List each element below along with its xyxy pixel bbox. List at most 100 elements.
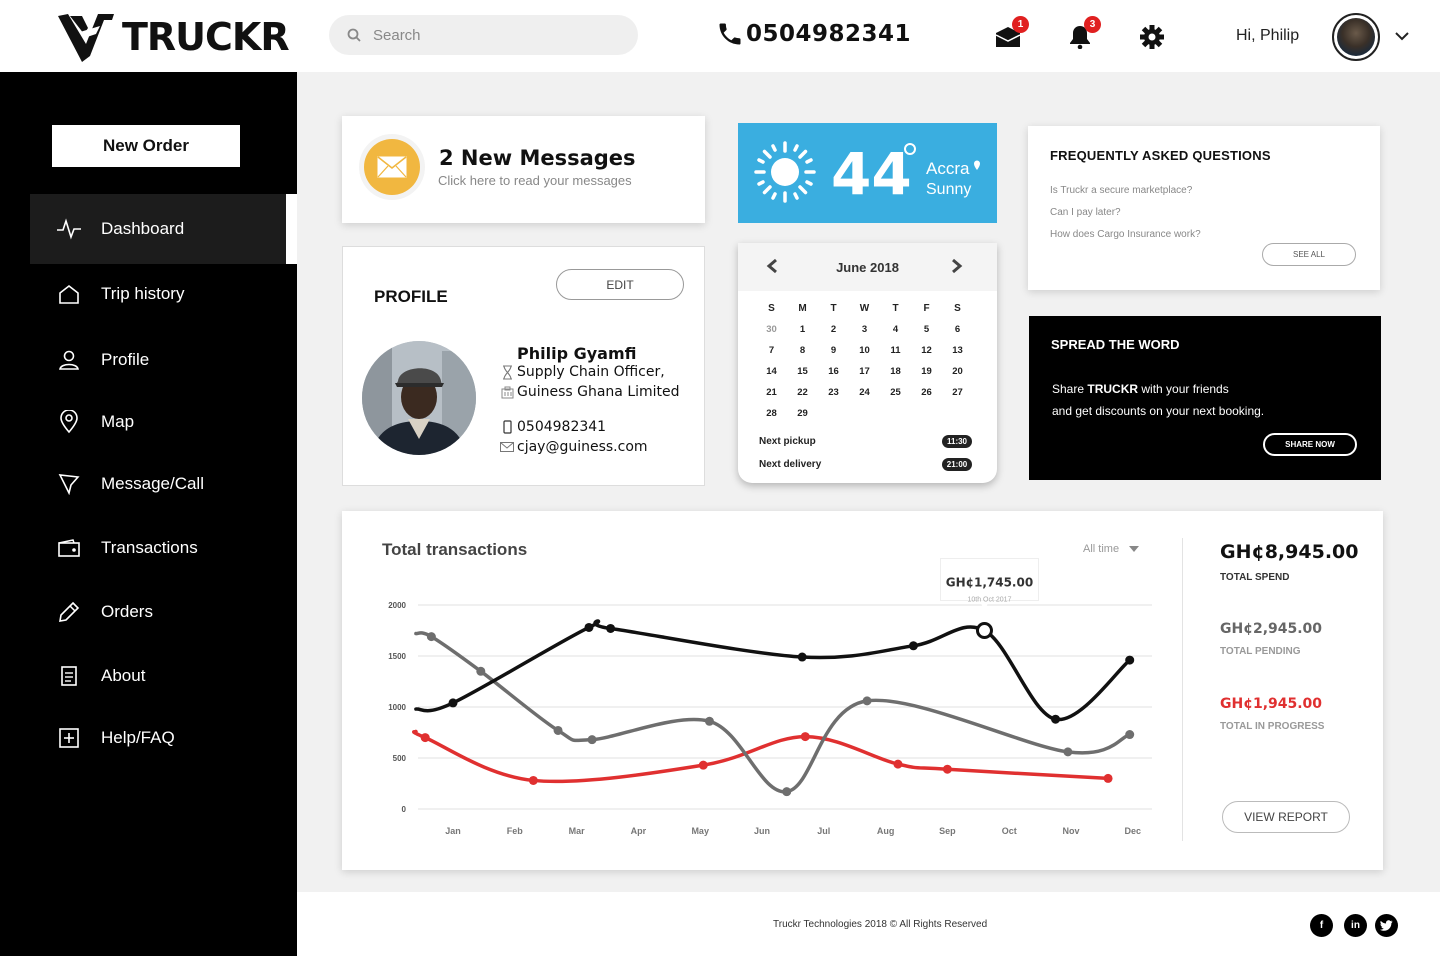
notifications-button[interactable]: 3: [1065, 16, 1101, 52]
data-point[interactable]: [587, 735, 597, 745]
twitter-icon[interactable]: [1375, 914, 1398, 937]
calendar-day[interactable]: 2: [818, 324, 849, 335]
data-point[interactable]: [476, 666, 486, 676]
data-point[interactable]: [800, 732, 810, 742]
calendar-day[interactable]: 22: [787, 387, 818, 398]
calendar-day[interactable]: 23: [818, 387, 849, 398]
new-order-button[interactable]: New Order: [52, 125, 240, 167]
user-avatar[interactable]: [1332, 13, 1380, 61]
search-input[interactable]: [373, 26, 613, 44]
chevron-right-icon[interactable]: [950, 258, 964, 274]
calendar-day[interactable]: 1: [787, 324, 818, 335]
calendar-day[interactable]: 6: [942, 324, 973, 335]
calendar-day[interactable]: 5: [911, 324, 942, 335]
faq-question[interactable]: Can I pay later?: [1050, 207, 1121, 218]
data-point[interactable]: [698, 760, 708, 770]
data-point[interactable]: [704, 716, 714, 726]
calendar-day[interactable]: 21: [756, 387, 787, 398]
calendar-day[interactable]: 28: [756, 408, 787, 419]
data-point[interactable]: [797, 652, 807, 662]
sidebar-item-about[interactable]: About: [30, 648, 297, 704]
x-tick-label: Jan: [445, 826, 461, 836]
spread-line-1: Share TRUCKR with your friends: [1052, 382, 1229, 396]
weekday: M: [798, 303, 807, 314]
search-bar[interactable]: [329, 15, 638, 55]
calendar-day[interactable]: 8: [787, 345, 818, 356]
calendar-day[interactable]: 10: [849, 345, 880, 356]
data-point[interactable]: [1063, 747, 1073, 757]
divider: [1182, 538, 1183, 841]
calendar-day[interactable]: 12: [911, 345, 942, 356]
data-point[interactable]: [893, 759, 903, 769]
data-point[interactable]: [606, 623, 616, 633]
gear-icon: [1140, 25, 1164, 49]
mobile-icon: [499, 420, 515, 434]
chevron-down-icon[interactable]: [1394, 30, 1410, 42]
faq-question[interactable]: Is Truckr a secure marketplace?: [1050, 185, 1192, 196]
new-messages-card[interactable]: 2 New Messages Click here to read your m…: [342, 116, 705, 223]
data-point[interactable]: [426, 632, 436, 642]
view-report-button[interactable]: VIEW REPORT: [1222, 801, 1350, 833]
data-point[interactable]: [420, 733, 430, 743]
calendar-day[interactable]: 24: [849, 387, 880, 398]
calendar-day[interactable]: 16: [818, 366, 849, 377]
data-point[interactable]: [1125, 730, 1135, 740]
calendar-day[interactable]: 26: [911, 387, 942, 398]
share-now-button[interactable]: SHARE NOW: [1263, 433, 1357, 456]
mail-button[interactable]: 1: [993, 16, 1029, 52]
edit-profile-button[interactable]: EDIT: [556, 269, 684, 300]
calendar-day[interactable]: 17: [849, 366, 880, 377]
chart-tooltip: GH¢1,745.00 10th Oct 2017: [939, 558, 1039, 609]
sidebar-item-trip-history[interactable]: Trip history: [30, 266, 297, 322]
facebook-icon[interactable]: f: [1310, 914, 1333, 937]
data-point[interactable]: [448, 698, 458, 708]
calendar-day[interactable]: 25: [880, 387, 911, 398]
sidebar-item-transactions[interactable]: Transactions: [30, 520, 297, 576]
calendar-day[interactable]: 11: [880, 345, 911, 356]
sidebar-item-help-faq[interactable]: Help/FAQ: [30, 710, 297, 766]
data-point[interactable]: [528, 775, 538, 785]
see-all-button[interactable]: SEE ALL: [1262, 243, 1356, 266]
total-in-progress-value: GH¢1,945.00: [1220, 696, 1323, 712]
calendar-day[interactable]: 15: [787, 366, 818, 377]
data-point[interactable]: [584, 622, 594, 632]
truckr-logo[interactable]: TRUCKR: [56, 10, 290, 64]
highlighted-point[interactable]: [975, 622, 993, 639]
data-point[interactable]: [782, 787, 792, 797]
calendar-day[interactable]: 29: [787, 408, 818, 419]
spread-the-word-card: SPREAD THE WORD Share TRUCKR with your f…: [1029, 316, 1381, 480]
data-point[interactable]: [1051, 714, 1061, 724]
faq-question[interactable]: How does Cargo Insurance work?: [1050, 229, 1201, 240]
data-point[interactable]: [1125, 655, 1135, 665]
sidebar-item-message-call[interactable]: Message/Call: [30, 456, 297, 512]
calendar-day[interactable]: 3: [849, 324, 880, 335]
data-point[interactable]: [942, 764, 952, 774]
calendar-day[interactable]: 30: [756, 324, 787, 335]
data-point[interactable]: [908, 641, 918, 651]
data-point[interactable]: [1103, 773, 1113, 783]
settings-button[interactable]: [1137, 22, 1167, 52]
x-tick-label: Jul: [817, 826, 830, 836]
data-point[interactable]: [553, 725, 563, 735]
sidebar: New Order Dashboard Trip history Profile…: [0, 72, 297, 956]
sidebar-item-dashboard[interactable]: Dashboard: [30, 194, 297, 264]
calendar-day[interactable]: 13: [942, 345, 973, 356]
calendar-day[interactable]: 19: [911, 366, 942, 377]
pulse-icon: [56, 216, 82, 242]
calendar-day[interactable]: 18: [880, 366, 911, 377]
total-in-progress-label: TOTAL IN PROGRESS: [1220, 721, 1325, 732]
data-point[interactable]: [862, 696, 872, 706]
calendar-day[interactable]: 14: [756, 366, 787, 377]
sidebar-item-profile[interactable]: Profile: [30, 332, 297, 388]
sidebar-item-orders[interactable]: Orders: [30, 584, 297, 640]
calendar-day[interactable]: 9: [818, 345, 849, 356]
degree-symbol: [904, 143, 916, 155]
linkedin-icon[interactable]: in: [1344, 914, 1367, 937]
map-pin-icon: [56, 409, 82, 435]
calendar-day[interactable]: 4: [880, 324, 911, 335]
x-tick-label: Sep: [939, 826, 956, 836]
sidebar-item-map[interactable]: Map: [30, 394, 297, 450]
calendar-day[interactable]: 20: [942, 366, 973, 377]
calendar-day[interactable]: 7: [756, 345, 787, 356]
calendar-day[interactable]: 27: [942, 387, 973, 398]
